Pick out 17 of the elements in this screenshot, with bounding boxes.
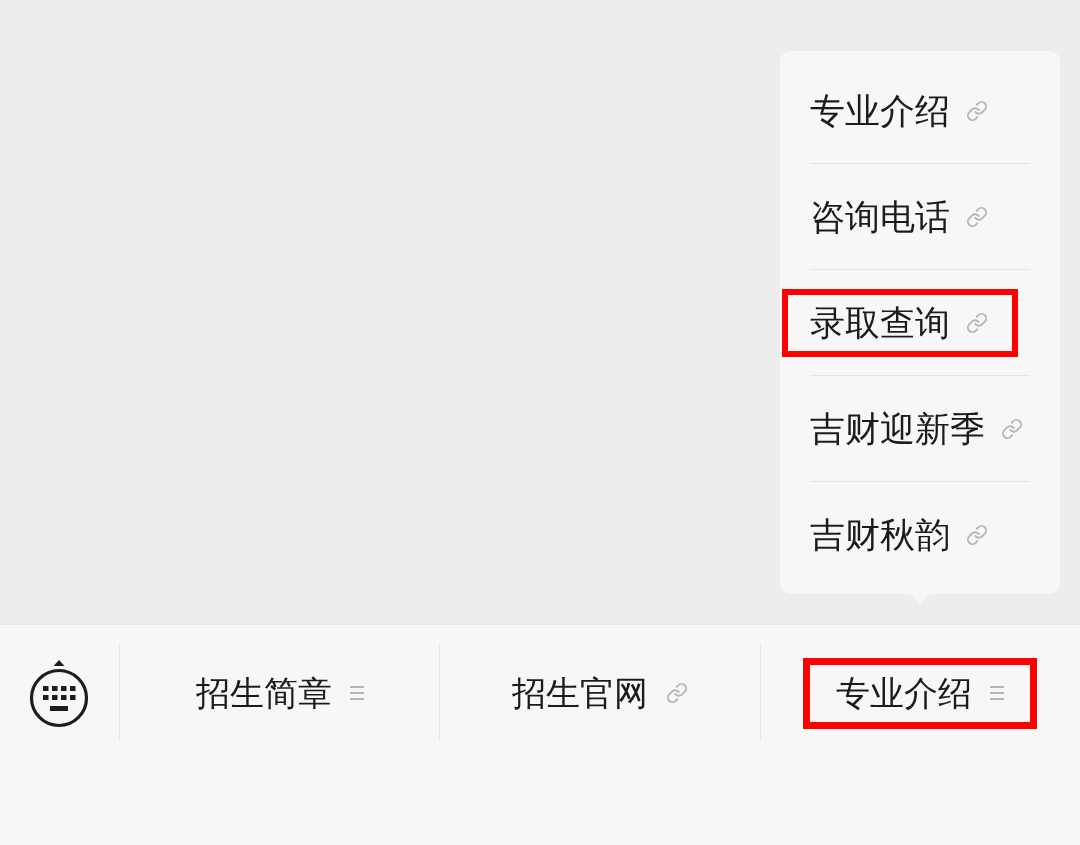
keyboard-icon[interactable]	[29, 658, 90, 728]
link-icon	[966, 523, 989, 546]
submenu-item[interactable]: 专业介绍	[810, 88, 989, 133]
menu-icon	[990, 686, 1005, 700]
menu-item[interactable]: 招生官网	[512, 671, 688, 715]
menu-item[interactable]: 专业介绍	[836, 671, 1005, 715]
link-icon	[666, 682, 688, 704]
link-icon	[1001, 417, 1024, 440]
link-icon	[966, 205, 989, 228]
submenu-item[interactable]: 录取查询	[810, 300, 989, 345]
submenu-item[interactable]: 吉财迎新季	[810, 406, 1024, 451]
link-icon	[966, 311, 989, 334]
menu-item[interactable]: 招生简章	[195, 671, 364, 715]
submenu-item[interactable]: 咨询电话	[810, 194, 989, 239]
submenu-item[interactable]: 吉财秋韵	[810, 512, 989, 557]
link-icon	[966, 99, 989, 122]
menu-icon	[349, 686, 364, 700]
